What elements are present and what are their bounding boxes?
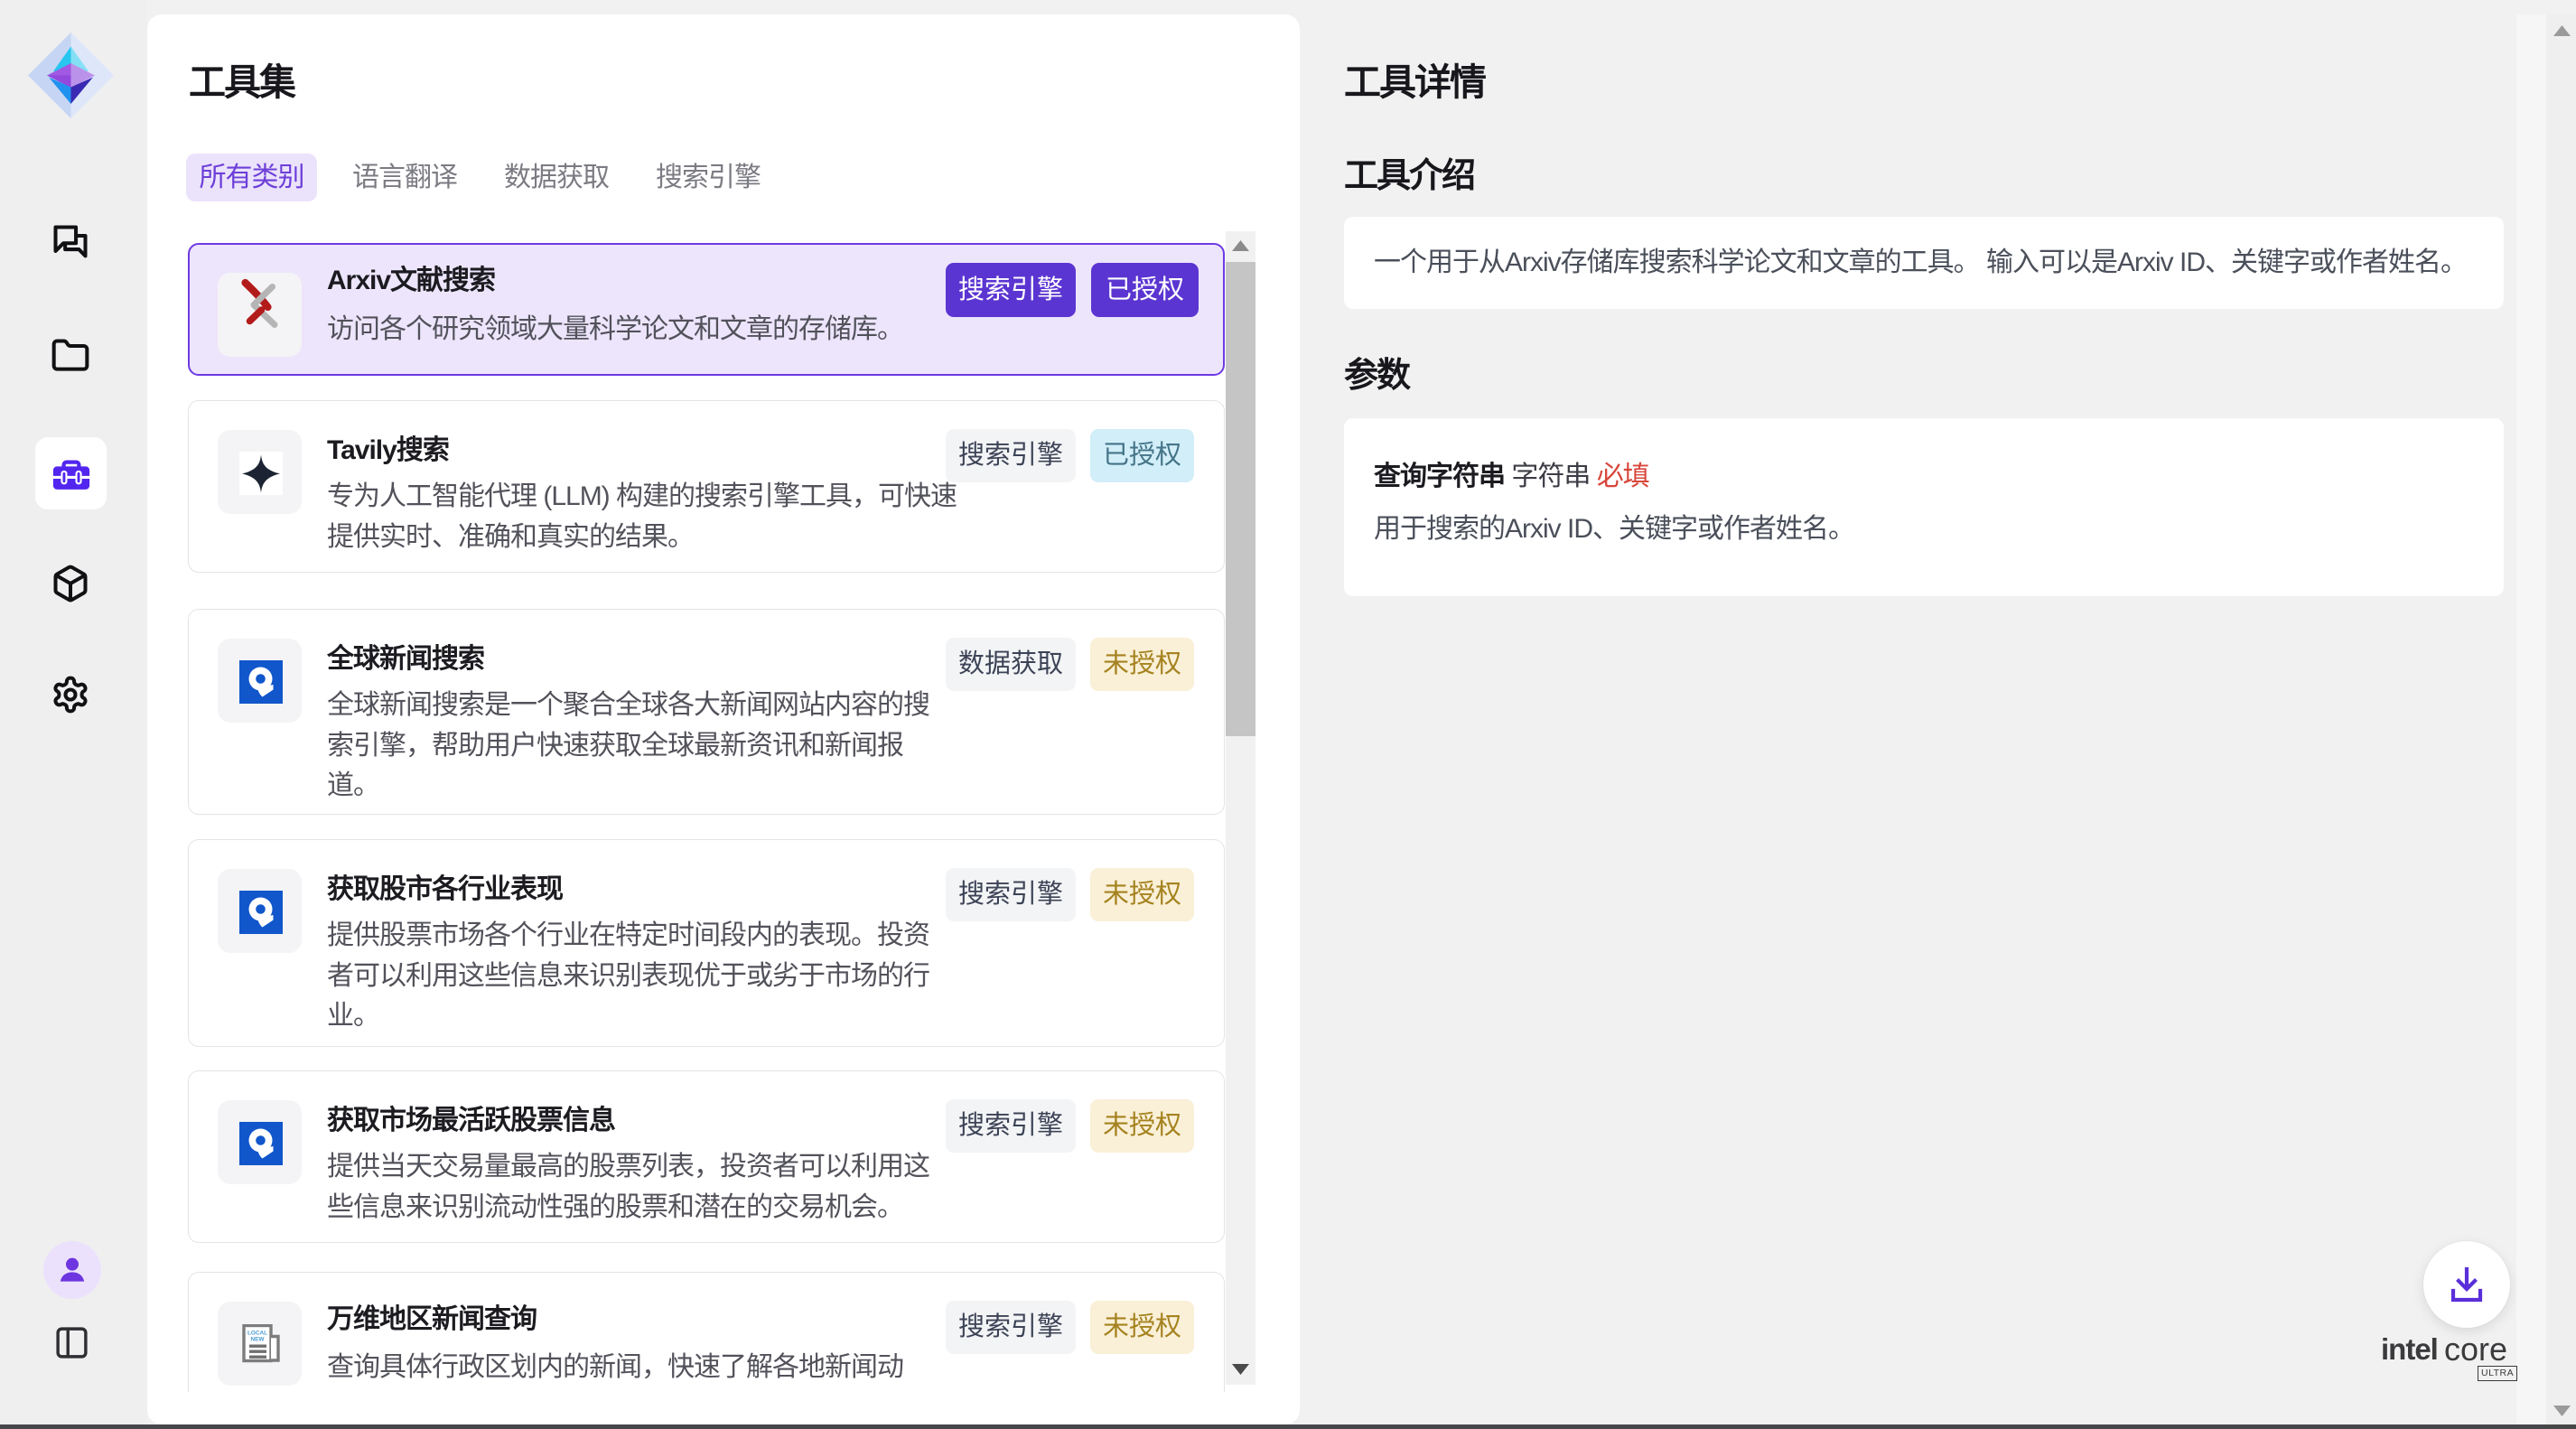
- svg-text:LOCAL: LOCAL: [247, 1331, 267, 1337]
- svg-text:NEW: NEW: [251, 1337, 266, 1343]
